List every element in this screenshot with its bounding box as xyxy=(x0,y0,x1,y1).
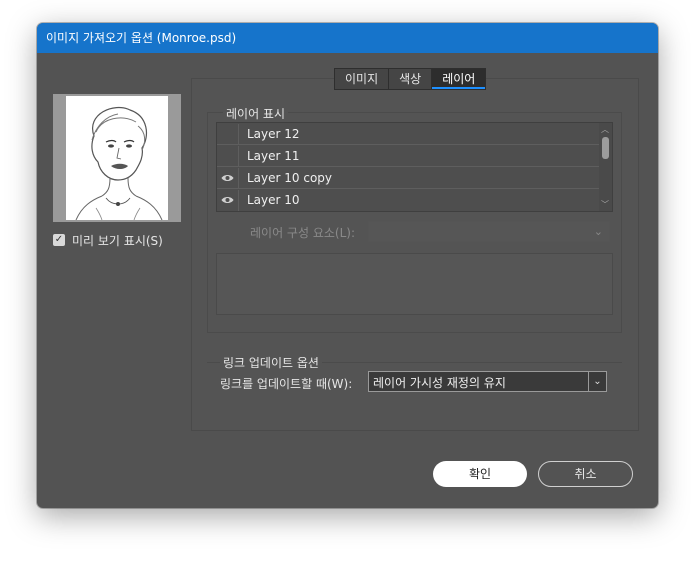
layer-name: Layer 10 xyxy=(247,193,300,207)
tab-color[interactable]: 색상 xyxy=(389,69,433,89)
layer-comp-label: 레이어 구성 요소(L): xyxy=(250,226,356,240)
dialog-title: 이미지 가져오기 옵션 (Monroe.psd) xyxy=(37,23,658,53)
link-update-label: 링크를 업데이트할 때(W): xyxy=(220,377,353,391)
layer-row[interactable]: Layer 10 copy xyxy=(217,168,600,189)
tab-bar: 이미지 색상 레이어 xyxy=(334,68,487,90)
layer-row[interactable]: Layer 11 xyxy=(217,146,600,167)
preview-thumbnail xyxy=(53,94,181,222)
chevron-down-icon[interactable]: ⌄ xyxy=(588,372,606,391)
tab-layers[interactable]: 레이어 xyxy=(432,69,486,89)
eye-icon xyxy=(221,197,234,203)
cancel-button[interactable]: 취소 xyxy=(538,461,633,487)
link-update-value: 레이어 가시성 재정의 유지 xyxy=(373,376,506,390)
preview-image xyxy=(66,96,168,221)
preview-toggle[interactable]: ✓ 미리 보기 표시(S) xyxy=(53,231,163,249)
layer-name: Layer 10 copy xyxy=(247,171,333,185)
scroll-thumb[interactable] xyxy=(602,137,609,159)
import-options-dialog: 이미지 가져오기 옵션 (Monroe.psd) ✓ 미리 보기 표시(S) 이… xyxy=(37,23,658,508)
tab-image[interactable]: 이미지 xyxy=(335,69,390,89)
preview-checkbox-label: 미리 보기 표시(S) xyxy=(72,233,163,248)
preview-checkbox[interactable]: ✓ xyxy=(53,234,65,246)
scroll-up-icon[interactable]: ︿ xyxy=(601,124,609,135)
layers-section-label: 레이어 표시 xyxy=(223,105,289,122)
layer-list-scrollbar[interactable]: ︿ ﹀ xyxy=(599,123,612,211)
layer-comp-select[interactable]: ⌄ xyxy=(368,221,610,242)
layer-row[interactable]: Layer 10 xyxy=(217,190,600,211)
eye-icon xyxy=(221,175,234,181)
visibility-toggle[interactable] xyxy=(217,190,239,211)
visibility-toggle[interactable] xyxy=(217,146,239,167)
layer-row[interactable]: Layer 12 xyxy=(217,124,600,145)
layer-name: Layer 12 xyxy=(247,127,300,141)
layer-comp-description xyxy=(216,253,613,315)
chevron-down-icon: ⌄ xyxy=(593,225,603,238)
scroll-down-icon[interactable]: ﹀ xyxy=(601,199,609,210)
link-update-select[interactable]: 레이어 가시성 재정의 유지 ⌄ xyxy=(368,371,607,392)
layer-name: Layer 11 xyxy=(247,149,300,163)
link-section-label: 링크 업데이트 옵션 xyxy=(220,354,322,371)
visibility-toggle[interactable] xyxy=(217,168,239,189)
layer-list[interactable]: Layer 12 Layer 11 Layer 10 copy Layer 10… xyxy=(216,122,613,212)
visibility-toggle[interactable] xyxy=(217,124,239,145)
ok-button[interactable]: 확인 xyxy=(433,461,527,487)
